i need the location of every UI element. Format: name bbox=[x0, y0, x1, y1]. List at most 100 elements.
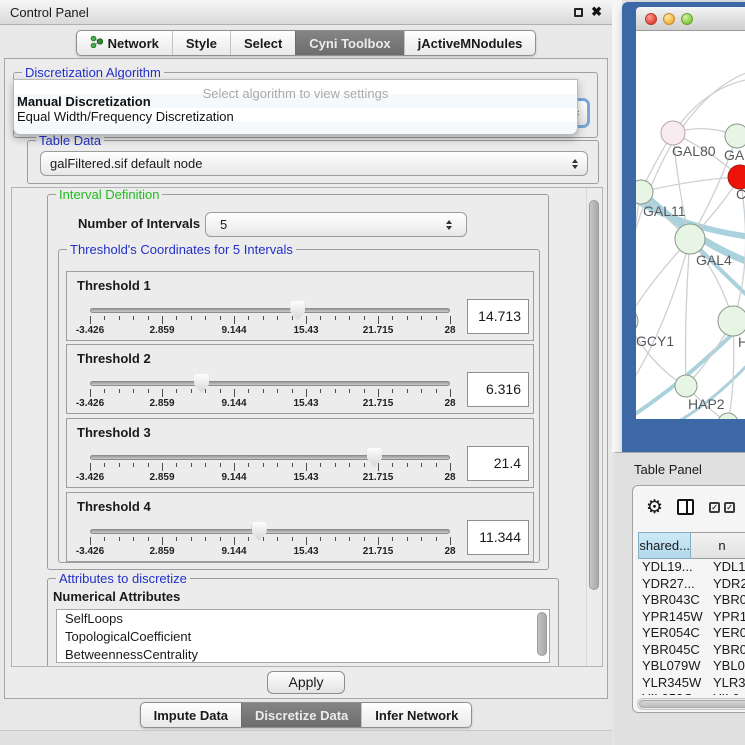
tab-cyni-toolbox[interactable]: Cyni Toolbox bbox=[295, 31, 403, 55]
slider-ticks bbox=[90, 537, 450, 546]
network-node-ga[interactable] bbox=[725, 124, 745, 148]
checkbox-icon[interactable]: ✓ bbox=[724, 502, 735, 513]
node-label-hap2: HAP2 bbox=[688, 396, 725, 412]
dropdown-option-equal-width-frequency-discretization[interactable]: Equal Width/Frequency Discretization bbox=[14, 109, 577, 124]
split-pane-divider[interactable] bbox=[612, 0, 622, 452]
slider-track[interactable] bbox=[90, 455, 450, 460]
dropdown-prompt: Select algorithm to view settings bbox=[14, 80, 577, 94]
close-icon[interactable]: ✖ bbox=[591, 7, 602, 17]
viewport-scrollbar[interactable] bbox=[586, 188, 602, 666]
threshold-value-field[interactable]: 14.713 bbox=[467, 299, 529, 334]
slider-scale-labels: -3.4262.8599.14415.4321.71528 bbox=[90, 472, 450, 484]
table-body: YDL19...YDL1YDR27...YDR2YBR043CYBR0YPR14… bbox=[638, 559, 745, 695]
threshold-label: Threshold 3 bbox=[77, 425, 151, 440]
network-node[interactable] bbox=[718, 413, 738, 419]
threshold-panel-4: Threshold 4-3.4262.8599.14415.4321.71528… bbox=[66, 492, 534, 562]
table-row[interactable]: YDL19...YDL1 bbox=[638, 559, 745, 576]
node-table-panel: ⚙ ✓ ✓ shared... n YDL19...YDL1YDR27...YD… bbox=[632, 485, 745, 713]
table-data-value: galFiltered.sif default node bbox=[50, 156, 202, 171]
cell-name: YPR1 bbox=[711, 609, 745, 626]
float-window-icon[interactable] bbox=[574, 8, 583, 17]
network-canvas[interactable]: GAL80GACGAL11GAL4GCY1HHAP2 bbox=[636, 31, 745, 419]
numerical-attributes-list[interactable]: SelfLoopsTopologicalCoefficientBetweenne… bbox=[56, 609, 550, 663]
apply-button[interactable]: Apply bbox=[267, 671, 345, 694]
network-edge[interactable] bbox=[686, 239, 691, 386]
table-horizontal-scrollbar[interactable] bbox=[637, 698, 745, 710]
tab-style[interactable]: Style bbox=[172, 31, 230, 55]
numerical-attributes-label: Numerical Attributes bbox=[53, 589, 180, 604]
node-label-gal80: GAL80 bbox=[672, 143, 716, 159]
control-panel-titlebar: Control Panel ✖ bbox=[0, 0, 612, 25]
table-toolbar: ⚙ ✓ ✓ bbox=[633, 486, 745, 528]
threshold-value-field[interactable]: 6.316 bbox=[467, 372, 529, 407]
cell-name: YDR2 bbox=[711, 576, 745, 593]
table-row[interactable]: YBL079WYBL0 bbox=[638, 658, 745, 675]
network-window-titlebar bbox=[636, 7, 745, 31]
network-edge[interactable] bbox=[636, 239, 690, 391]
tab-infer-network[interactable]: Infer Network bbox=[361, 703, 471, 727]
cell-shared-name: YIL052C bbox=[638, 691, 711, 695]
group-title: Interval Definition bbox=[56, 187, 162, 202]
cell-name: YBL0 bbox=[711, 658, 745, 675]
network-node-gcy1[interactable] bbox=[636, 309, 638, 333]
cell-shared-name: YDR27... bbox=[638, 576, 711, 593]
zoom-traffic-light-icon[interactable] bbox=[681, 13, 693, 25]
close-traffic-light-icon[interactable] bbox=[645, 13, 657, 25]
threshold-value-field[interactable]: 21.4 bbox=[467, 446, 529, 481]
threshold-value-field[interactable]: 11.344 bbox=[467, 520, 529, 555]
network-node-gal4[interactable] bbox=[675, 224, 705, 254]
list-scrollbar[interactable] bbox=[537, 612, 547, 656]
slider-track[interactable] bbox=[90, 529, 450, 534]
minimize-traffic-light-icon[interactable] bbox=[663, 13, 675, 25]
tab-select[interactable]: Select bbox=[230, 31, 295, 55]
network-edge[interactable] bbox=[636, 321, 686, 386]
control-panel-footer bbox=[0, 730, 612, 745]
tab-discretize-data[interactable]: Discretize Data bbox=[241, 703, 361, 727]
table-data-combobox[interactable]: galFiltered.sif default node bbox=[40, 151, 588, 176]
node-label-gal11: GAL11 bbox=[643, 203, 686, 219]
group-title: Table Data bbox=[36, 133, 104, 148]
top-tab-bar: Network Style Select Cyni Toolbox jActiveMNo… bbox=[0, 30, 612, 56]
split-columns-icon[interactable] bbox=[677, 499, 694, 515]
tab-label: Cyni Toolbox bbox=[309, 36, 390, 51]
number-of-intervals-spinner[interactable]: 5 bbox=[205, 212, 467, 237]
checkbox-icon[interactable]: ✓ bbox=[709, 502, 720, 513]
column-header-name[interactable]: n bbox=[691, 532, 745, 559]
table-row[interactable]: YDR27...YDR2 bbox=[638, 576, 745, 593]
spinner-stepper-icon bbox=[446, 220, 452, 230]
network-node-hap2[interactable] bbox=[675, 375, 697, 397]
tab-network[interactable]: Network bbox=[77, 31, 172, 55]
viewport-scrollbar-thumb[interactable] bbox=[589, 200, 599, 590]
slider-track[interactable] bbox=[90, 308, 450, 313]
control-panel: Control Panel ✖ Network Style Select Cyni T… bbox=[0, 0, 612, 745]
tab-jactivemnodules[interactable]: jActiveMNodules bbox=[404, 31, 536, 55]
table-row[interactable]: YLR345WYLR3 bbox=[638, 675, 745, 692]
threshold-panel-3: Threshold 3 -3.4262.8599.14415.4321.71528… bbox=[66, 418, 534, 488]
column-header-shared-name[interactable]: shared... bbox=[638, 532, 691, 559]
table-row[interactable]: YER054CYER0 bbox=[638, 625, 745, 642]
table-row[interactable]: YIL052CYIL0 bbox=[638, 691, 745, 695]
node-label-gal4: GAL4 bbox=[696, 252, 732, 268]
network-edge[interactable] bbox=[641, 177, 740, 192]
tab-label: Impute Data bbox=[154, 708, 228, 723]
table-row[interactable]: YBR043CYBR0 bbox=[638, 592, 745, 609]
slider-track[interactable] bbox=[90, 381, 450, 386]
cell-name: YIL0 bbox=[711, 691, 740, 695]
tab-label: Select bbox=[244, 36, 282, 51]
attribute-item-betweennesscentrality[interactable]: BetweennessCentrality bbox=[57, 646, 549, 663]
attribute-item-topologicalcoefficient[interactable]: TopologicalCoefficient bbox=[57, 628, 549, 646]
attribute-item-selfloops[interactable]: SelfLoops bbox=[57, 610, 549, 628]
attributes-group: Attributes to discretize Numerical Attri… bbox=[47, 578, 559, 667]
cell-shared-name: YBR045C bbox=[638, 642, 711, 659]
network-node-gal80[interactable] bbox=[661, 121, 685, 145]
gear-icon[interactable]: ⚙ bbox=[646, 496, 663, 519]
bottom-tab-bar: Impute Data Discretize DataInfer Network bbox=[0, 702, 612, 728]
tab-impute-data[interactable]: Impute Data bbox=[141, 703, 241, 727]
tab-label: Network bbox=[108, 36, 159, 51]
table-row[interactable]: YBR045CYBR0 bbox=[638, 642, 745, 659]
table-scrollbar-thumb[interactable] bbox=[639, 700, 745, 708]
table-row[interactable]: YPR145WYPR1 bbox=[638, 609, 745, 626]
group-title: Threshold's Coordinates for 5 Intervals bbox=[67, 242, 296, 257]
network-node-h[interactable] bbox=[718, 306, 745, 336]
slider-scale-labels: -3.4262.8599.14415.4321.71528 bbox=[90, 398, 450, 410]
